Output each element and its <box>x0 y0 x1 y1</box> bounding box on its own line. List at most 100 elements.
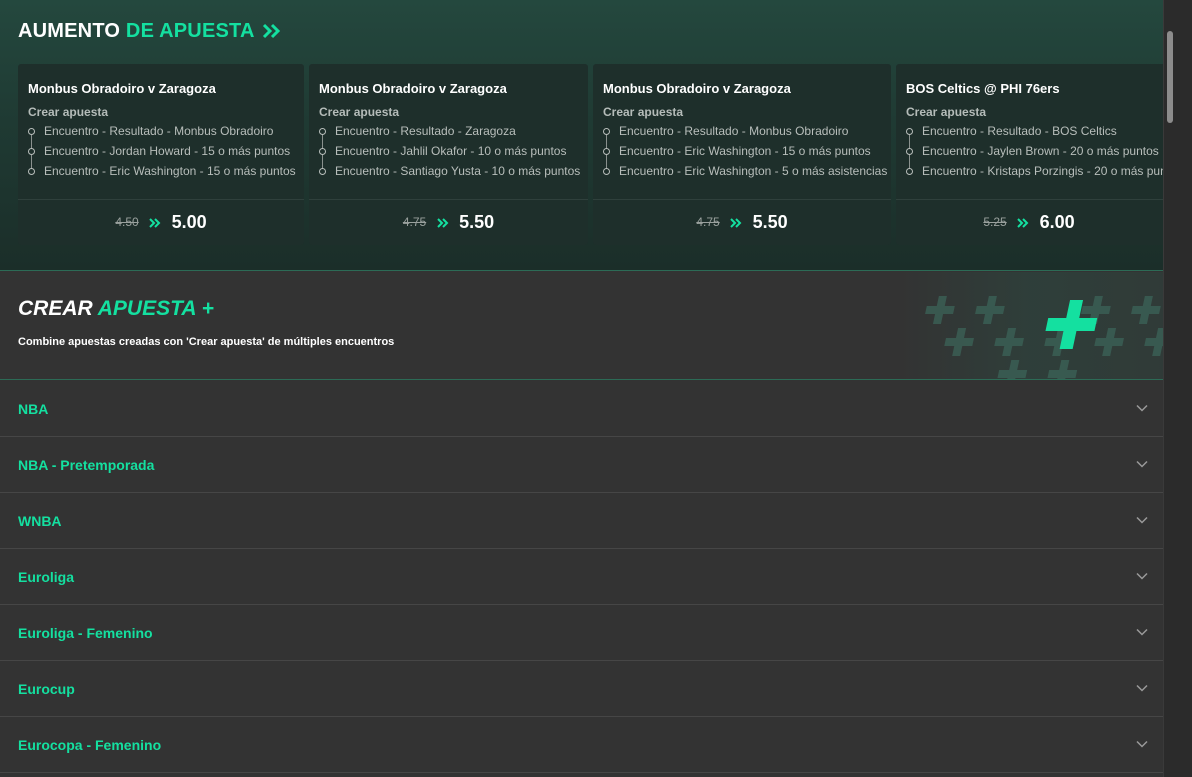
odds-button[interactable]: 4.75 5.50 <box>593 212 891 233</box>
leg-dot-icon <box>319 128 326 135</box>
boost-cards-carousel[interactable]: Monbus Obradoiro v Zaragoza Crear apuest… <box>18 64 1163 245</box>
leg-dot-icon <box>906 168 913 175</box>
league-label: NBA - Pretemporada <box>18 457 155 473</box>
boost-card[interactable]: Monbus Obradoiro v Zaragoza Crear apuest… <box>18 64 304 245</box>
card-divider <box>18 199 304 200</box>
leg-dot-icon <box>906 128 913 135</box>
leg-text: Encuentro - Resultado - Monbus Obradoiro <box>619 124 849 138</box>
card-match-title: Monbus Obradoiro v Zaragoza <box>28 81 216 96</box>
builder-title-green: APUESTA + <box>97 297 214 320</box>
old-odds: 4.75 <box>402 215 427 229</box>
chevron-down-icon <box>1136 460 1148 468</box>
card-leg: Encuentro - Santiago Yusta - 10 o más pu… <box>319 164 588 184</box>
card-subtitle: Crear apuesta <box>906 105 987 119</box>
card-match-title: BOS Celtics @ PHI 76ers <box>906 81 1060 96</box>
double-chevron-right-icon <box>1017 218 1029 228</box>
price-boost-section: AUMENTO DE APUESTA Monbus Obradoiro v Za… <box>0 0 1163 271</box>
card-leg: Encuentro - Resultado - Zaragoza <box>319 124 588 144</box>
leg-text: Encuentro - Jahlil Okafor - 10 o más pun… <box>335 144 567 158</box>
league-label: Euroliga <box>18 569 75 585</box>
boost-title-white: AUMENTO <box>18 20 121 42</box>
card-match-title: Monbus Obradoiro v Zaragoza <box>603 81 791 96</box>
boosted-odds: 5.50 <box>459 212 495 232</box>
card-leg: Encuentro - Kristaps Porzingis - 20 o má… <box>906 164 1163 184</box>
page-content: AUMENTO DE APUESTA Monbus Obradoiro v Za… <box>0 0 1163 777</box>
card-divider <box>896 199 1163 200</box>
card-match-title: Monbus Obradoiro v Zaragoza <box>319 81 507 96</box>
double-chevron-right-icon <box>436 218 449 228</box>
double-chevron-right-icon <box>149 218 161 228</box>
leg-dot-icon <box>603 128 610 135</box>
card-leg: Encuentro - Eric Washington - 5 o más as… <box>603 164 891 184</box>
card-subtitle: Crear apuesta <box>319 105 400 119</box>
leg-text: Encuentro - Kristaps Porzingis - 20 o má… <box>922 164 1163 178</box>
card-leg: Encuentro - Eric Washington - 15 o más p… <box>28 164 304 184</box>
chevron-down-icon <box>1136 572 1148 580</box>
builder-title-white: CREAR <box>18 297 93 320</box>
card-legs: Encuentro - Resultado - Zaragoza Encuent… <box>319 124 588 184</box>
leg-text: Encuentro - Santiago Yusta - 10 o más pu… <box>335 164 581 178</box>
boost-card[interactable]: Monbus Obradoiro v Zaragoza Crear apuest… <box>309 64 588 245</box>
leg-dot-icon <box>603 168 610 175</box>
league-row-euroliga-femenino[interactable]: Euroliga - Femenino <box>0 605 1163 661</box>
boosted-odds: 5.50 <box>752 212 788 232</box>
old-odds: 4.50 <box>115 215 139 229</box>
card-legs: Encuentro - Resultado - Monbus Obradoiro… <box>603 124 891 184</box>
leg-text: Encuentro - Eric Washington - 15 o más p… <box>44 164 296 178</box>
league-row-eurocup[interactable]: Eurocup <box>0 661 1163 717</box>
leg-dot-icon <box>603 148 610 155</box>
leg-text: Encuentro - Eric Washington - 15 o más p… <box>619 144 871 158</box>
league-list: NBA NBA - Pretemporada WNBA Euroliga Eur… <box>0 381 1163 773</box>
leg-dot-icon <box>319 168 326 175</box>
card-subtitle: Crear apuesta <box>28 105 109 119</box>
boosted-odds: 5.00 <box>171 212 207 232</box>
leg-text: Encuentro - Eric Washington - 5 o más as… <box>619 164 888 178</box>
boost-card[interactable]: Monbus Obradoiro v Zaragoza Crear apuest… <box>593 64 891 245</box>
leg-text: Encuentro - Jaylen Brown - 20 o más punt… <box>922 144 1159 158</box>
league-label: NBA <box>18 401 49 417</box>
boost-title: AUMENTO DE APUESTA <box>18 20 282 43</box>
card-leg: Encuentro - Eric Washington - 15 o más p… <box>603 144 891 164</box>
odds-button[interactable]: 4.75 5.50 <box>309 212 588 233</box>
chevron-down-icon <box>1136 684 1148 692</box>
league-row-nba-pretemporada[interactable]: NBA - Pretemporada <box>0 437 1163 493</box>
card-leg: Encuentro - Jaylen Brown - 20 o más punt… <box>906 144 1163 164</box>
scrollbar-thumb[interactable] <box>1167 31 1173 123</box>
plus-pattern-icon <box>900 272 1163 379</box>
vertical-scrollbar[interactable] <box>1163 0 1192 777</box>
leg-text: Encuentro - Resultado - BOS Celtics <box>922 124 1117 138</box>
odds-button[interactable]: 5.25 6.00 <box>896 212 1162 233</box>
card-legs: Encuentro - Resultado - Monbus Obradoiro… <box>28 124 304 184</box>
card-leg: Encuentro - Resultado - BOS Celtics <box>906 124 1163 144</box>
leg-text: Encuentro - Resultado - Zaragoza <box>335 124 516 138</box>
builder-description: Combine apuestas creadas con 'Crear apue… <box>18 336 395 348</box>
league-row-euroliga[interactable]: Euroliga <box>0 549 1163 605</box>
league-label: Eurocopa - Femenino <box>18 737 162 753</box>
builder-title: CREAR APUESTA + <box>18 297 214 321</box>
league-row-eurocopa-femenino[interactable]: Eurocopa - Femenino <box>0 717 1163 773</box>
old-odds: 4.75 <box>696 215 720 229</box>
card-divider <box>593 199 891 200</box>
leg-dot-icon <box>28 128 35 135</box>
chevron-down-icon <box>1136 404 1148 412</box>
league-row-wnba[interactable]: WNBA <box>0 493 1163 549</box>
leg-text: Encuentro - Jordan Howard - 15 o más pun… <box>44 144 291 158</box>
boost-title-green: DE APUESTA <box>125 20 254 42</box>
bet-builder-banner: CREAR APUESTA + Combine apuestas creadas… <box>0 272 1163 380</box>
double-chevron-right-icon <box>262 23 280 39</box>
card-leg: Encuentro - Jahlil Okafor - 10 o más pun… <box>319 144 588 164</box>
card-leg: Encuentro - Resultado - Monbus Obradoiro <box>28 124 304 144</box>
chevron-down-icon <box>1136 628 1148 636</box>
card-leg: Encuentro - Jordan Howard - 15 o más pun… <box>28 144 304 164</box>
leg-dot-icon <box>319 148 326 155</box>
odds-button[interactable]: 4.50 5.00 <box>18 212 304 233</box>
leg-text: Encuentro - Resultado - Monbus Obradoiro <box>44 124 274 138</box>
league-label: Eurocup <box>18 681 75 697</box>
card-legs: Encuentro - Resultado - BOS Celtics Encu… <box>906 124 1163 184</box>
league-row-nba[interactable]: NBA <box>0 381 1163 437</box>
chevron-down-icon <box>1136 516 1148 524</box>
old-odds: 5.25 <box>983 215 1007 229</box>
boost-card[interactable]: BOS Celtics @ PHI 76ers Crear apuesta En… <box>896 64 1163 245</box>
leg-dot-icon <box>28 168 35 175</box>
league-label: WNBA <box>18 513 62 529</box>
